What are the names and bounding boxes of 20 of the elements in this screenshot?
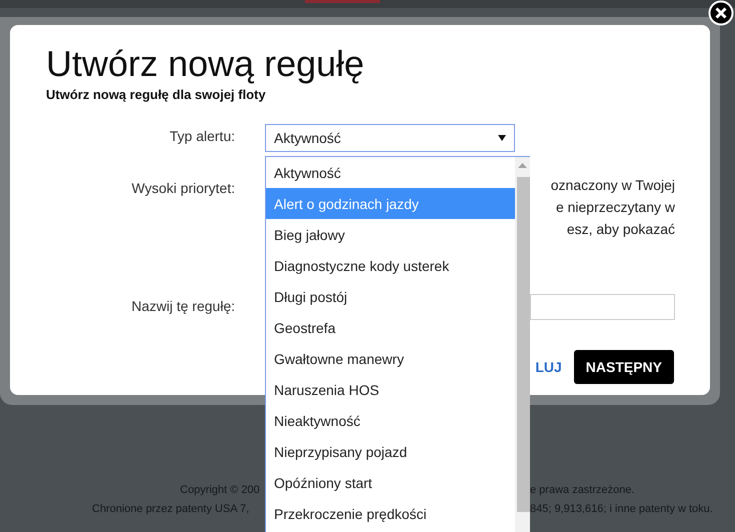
alert-type-select[interactable]: Aktywność (265, 124, 515, 152)
priority-note-text: esz, aby pokazać (566, 220, 675, 238)
close-icon[interactable] (708, 0, 734, 26)
scrollbar[interactable] (515, 157, 530, 532)
dialog-title: Utwórz nową regułę (46, 43, 366, 85)
dialog-subtitle: Utwórz nową regułę dla swojej floty (46, 87, 267, 102)
caret-icon (498, 135, 506, 141)
field-label: Nazwij tę regułę: (130, 297, 235, 316)
copyright-text: e prawa zastrzeżone. (530, 484, 635, 496)
cancel-link[interactable]: LUJ (535, 359, 562, 375)
priority-note-text: oznaczony w Twojej (550, 176, 675, 194)
patents-text: Chronione przez patenty USA 7, (92, 503, 250, 515)
field-label: Wysoki priorytet: (130, 179, 235, 198)
priority-note-text: e nieprzeczytany w (556, 198, 675, 216)
rule-name-input[interactable] (530, 294, 675, 320)
field-label: Typ alertu: (168, 127, 235, 146)
patents-text: 845; 9,913,616; i inne patenty w toku. (530, 503, 713, 515)
next-button[interactable]: NASTĘPNY (574, 350, 674, 384)
copyright-text: Copyright © 200 (180, 484, 260, 496)
scrollbar-thumb[interactable] (517, 177, 530, 512)
